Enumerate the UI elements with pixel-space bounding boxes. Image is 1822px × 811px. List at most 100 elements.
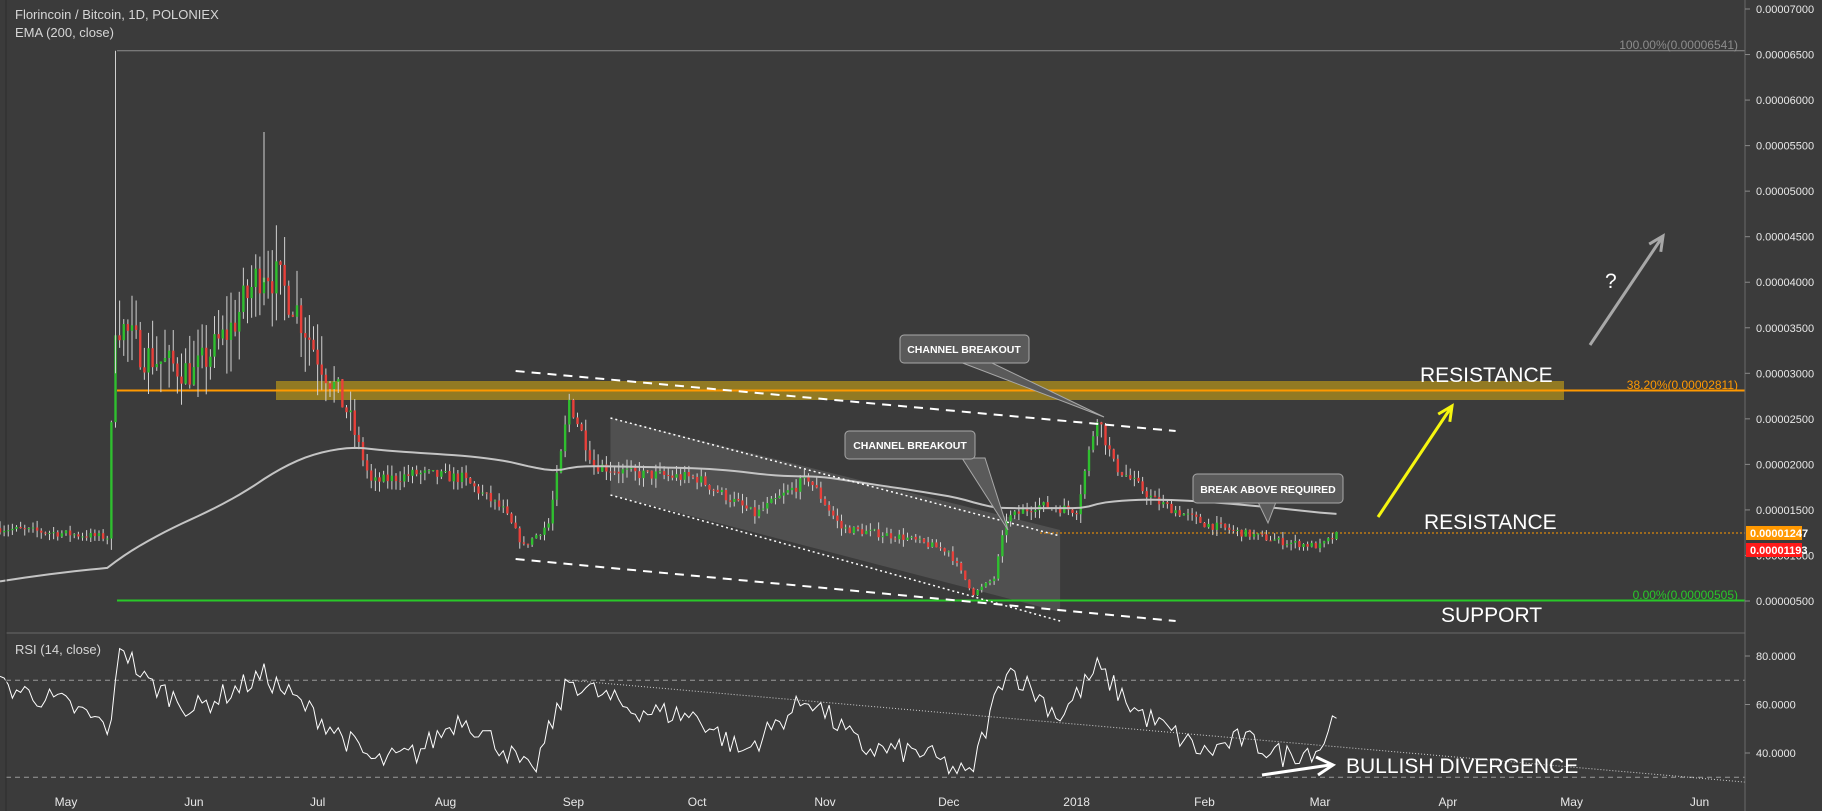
candle-body (1170, 503, 1173, 514)
candle-body (390, 475, 394, 482)
candle-body (431, 470, 435, 472)
candle-body (398, 481, 402, 483)
candle-body (609, 471, 612, 473)
candle-body (31, 527, 35, 529)
candle-body (196, 355, 200, 368)
candle-body (753, 507, 757, 517)
candle-body (101, 533, 105, 539)
candle-body (56, 532, 59, 537)
candle-body (349, 410, 352, 413)
candle-body (889, 533, 893, 539)
candle-body (502, 506, 505, 508)
candle-body (163, 358, 167, 362)
candle-body (1108, 445, 1111, 450)
x-tick-label: Sep (563, 795, 585, 809)
candle-body (629, 467, 633, 469)
candle-body (720, 490, 724, 493)
candle-body (64, 530, 68, 534)
candle-body (291, 314, 295, 317)
candle-body (1240, 529, 1243, 537)
candle-body (852, 527, 856, 534)
candle-body (568, 399, 571, 425)
candle-body (1112, 449, 1115, 459)
candle-body (745, 505, 748, 509)
price-y-tick-label: 0.00001500 (1756, 505, 1814, 517)
candle-body (184, 363, 187, 384)
candle-body (341, 379, 344, 408)
x-tick-label: Mar (1310, 795, 1331, 809)
candle-body (221, 329, 224, 339)
candle-body (708, 484, 711, 490)
candle-body (180, 376, 183, 384)
bullish-divergence-label: BULLISH DIVERGENCE (1346, 755, 1578, 778)
candle-body (799, 478, 802, 492)
candle-body (893, 538, 897, 540)
candle-body (1236, 529, 1239, 531)
candle-body (386, 474, 389, 482)
candle-body (1269, 540, 1272, 542)
candle-body (444, 471, 447, 473)
candle-body (869, 529, 872, 531)
candle-body (246, 285, 249, 299)
fib-0-label: 0.00%(0.00000505) (1633, 588, 1738, 602)
candle-body (988, 581, 992, 583)
x-tick-label: May (1560, 795, 1583, 809)
candle-body (1001, 535, 1004, 557)
candle-body (811, 481, 814, 486)
candle-body (877, 529, 880, 538)
candle-body (898, 534, 901, 540)
candle-body (976, 590, 979, 596)
candle-body (456, 473, 460, 483)
candle-body (617, 471, 620, 474)
candle-body (840, 520, 843, 529)
candle-body (1058, 508, 1062, 513)
candle-body (1186, 513, 1190, 515)
candle-body (473, 483, 476, 487)
candle-body (1120, 472, 1124, 476)
candle-body (638, 471, 641, 479)
candle-body (691, 476, 695, 478)
candle-body (506, 506, 509, 514)
candle-body (365, 460, 369, 471)
candle-body (1211, 523, 1214, 530)
candle-body (844, 527, 847, 529)
candle-body (1310, 542, 1313, 547)
candle-body (1162, 502, 1165, 505)
x-tick-label: Feb (1194, 795, 1215, 809)
candle-body (1063, 505, 1066, 513)
price-tag-current: 0.00001193 (1746, 543, 1808, 557)
candle-body (766, 503, 769, 509)
candle-body (885, 533, 889, 536)
candle-body (382, 474, 385, 482)
price-y-tick-label: 0.00000500 (1756, 596, 1814, 608)
candle-body (266, 277, 270, 282)
candle-body (44, 532, 47, 534)
candle-body (250, 286, 253, 299)
candle-body (1244, 529, 1247, 537)
candle-body (737, 498, 740, 501)
x-tick-label: Jul (310, 795, 325, 809)
candle-body (658, 471, 662, 473)
candle-body (522, 542, 526, 544)
x-tick-label: Aug (435, 795, 456, 809)
candle-body (254, 268, 257, 287)
candle-body (7, 530, 10, 532)
candle-body (728, 500, 732, 502)
candle-body (922, 538, 926, 543)
candle-body (683, 471, 686, 480)
candle-body (1265, 534, 1268, 541)
candle-body (279, 261, 282, 265)
candle-body (1153, 495, 1157, 498)
candle-body (275, 261, 278, 294)
candle-body (1256, 533, 1260, 535)
candle-body (650, 470, 653, 479)
candle-body (955, 561, 959, 563)
candle-body (700, 476, 703, 483)
candle-body (786, 490, 790, 493)
candle-body (724, 490, 728, 501)
support-label: SUPPORT (1441, 604, 1542, 627)
candle-body (1335, 531, 1338, 540)
candle-body (1277, 537, 1280, 540)
candle-body (992, 578, 996, 582)
candle-body (477, 486, 480, 494)
